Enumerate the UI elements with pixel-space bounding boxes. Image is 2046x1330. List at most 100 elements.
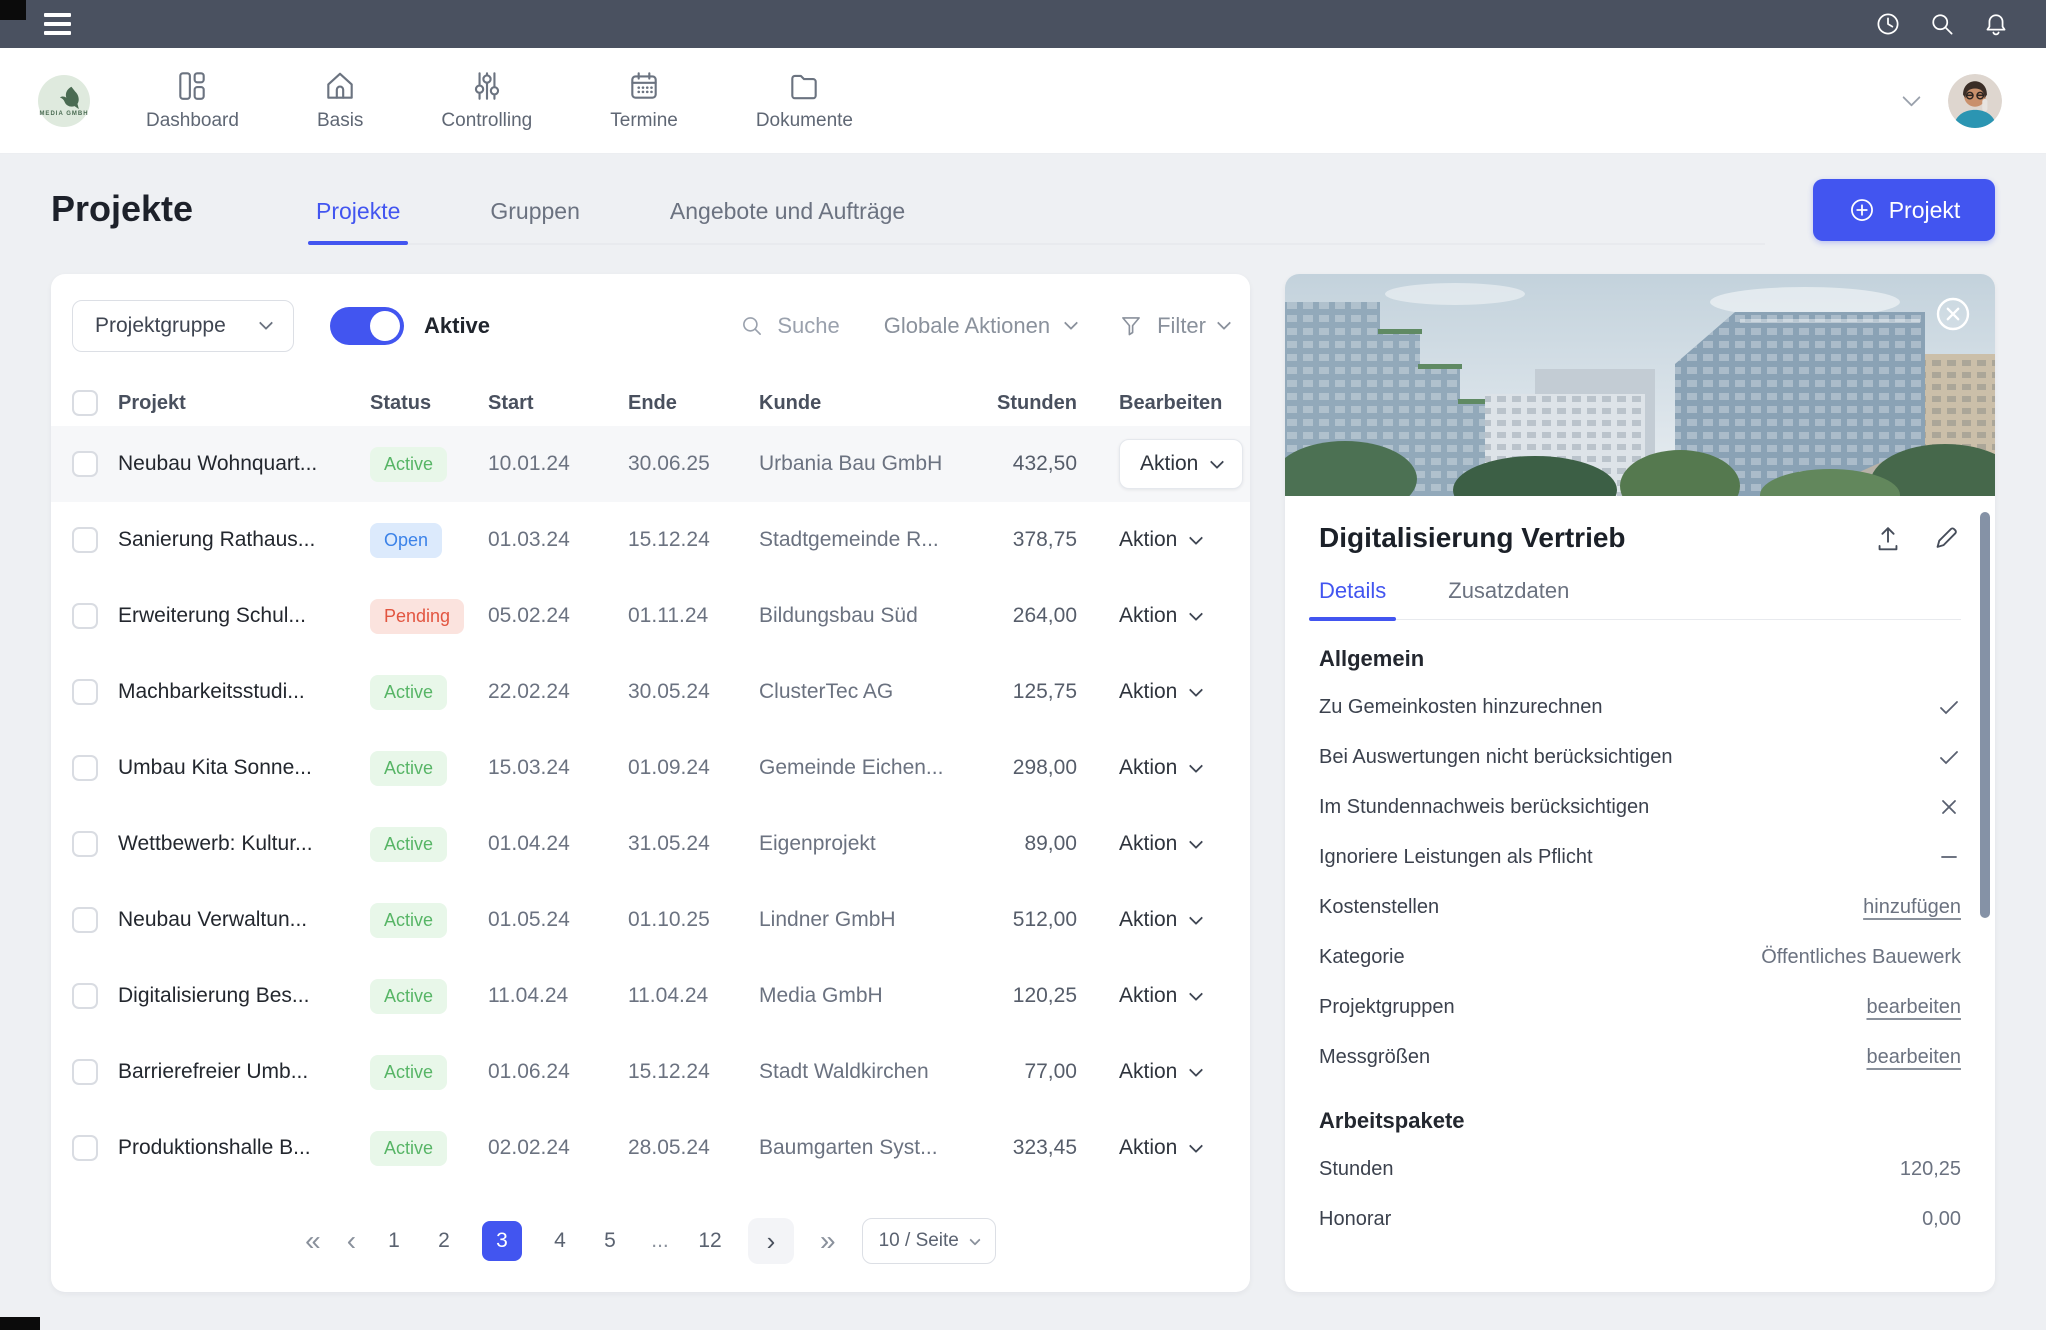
nav-item-dashboard[interactable]: Dashboard: [146, 69, 239, 132]
row-action-label: Aktion: [1119, 1060, 1177, 1084]
table-row[interactable]: Neubau Wohnquart... Active 10.01.24 30.0…: [51, 426, 1250, 502]
row-action-label: Aktion: [1119, 528, 1177, 552]
row-checkbox[interactable]: [72, 527, 98, 553]
top-system-bar: [0, 0, 2046, 48]
table-row[interactable]: Neubau Verwaltun... Active 01.05.24 01.1…: [51, 882, 1250, 958]
table-row[interactable]: Digitalisierung Bes... Active 11.04.24 1…: [51, 958, 1250, 1034]
table-row[interactable]: Sanierung Rathaus... Open 01.03.24 15.12…: [51, 502, 1250, 578]
pagination-page-3[interactable]: 3: [482, 1221, 522, 1261]
nav-item-termine[interactable]: Termine: [610, 69, 678, 132]
pagination-page-2[interactable]: 2: [432, 1229, 456, 1253]
pagination-first-button[interactable]: «: [305, 1227, 321, 1255]
company-logo[interactable]: MEDIA GMBH: [38, 75, 90, 127]
filter-dropdown[interactable]: Filter: [1118, 313, 1229, 339]
project-photo: [1285, 274, 1995, 496]
edit-pencil-icon[interactable]: [1931, 523, 1961, 553]
close-panel-icon[interactable]: [1933, 294, 1973, 334]
row-checkbox[interactable]: [72, 603, 98, 629]
panel-row-link[interactable]: bearbeiten: [1866, 1046, 1961, 1069]
row-action-dropdown[interactable]: Aktion: [1119, 984, 1201, 1008]
bell-icon[interactable]: [1982, 10, 2010, 38]
customer-name: Urbania Bau GmbH: [759, 452, 973, 476]
row-action-dropdown[interactable]: Aktion: [1119, 604, 1201, 628]
clock-icon[interactable]: [1874, 10, 1902, 38]
panel-scrollbar[interactable]: [1980, 512, 1990, 918]
search-input[interactable]: Suche: [739, 313, 839, 339]
table-row[interactable]: Machbarkeitsstudi... Active 22.02.24 30.…: [51, 654, 1250, 730]
panel-row-label: Bei Auswertungen nicht berücksichtigen: [1319, 746, 1673, 769]
row-action-dropdown[interactable]: Aktion: [1119, 680, 1201, 704]
pagination-page-1[interactable]: 1: [382, 1229, 406, 1253]
customer-name: Stadtgemeinde R...: [759, 528, 973, 552]
pagination-page-12[interactable]: 12: [698, 1229, 722, 1253]
pagination-prev-button[interactable]: ‹: [347, 1227, 356, 1255]
row-action-label: Aktion: [1119, 1136, 1177, 1160]
table-row[interactable]: Wettbewerb: Kultur... Active 01.04.24 31…: [51, 806, 1250, 882]
row-action-dropdown[interactable]: Aktion: [1119, 908, 1201, 932]
pagination-last-button[interactable]: »: [820, 1227, 836, 1255]
upload-icon[interactable]: [1873, 523, 1903, 553]
start-date: 01.05.24: [488, 908, 628, 932]
hours-value: 432,50: [1013, 452, 1077, 476]
row-checkbox[interactable]: [72, 1059, 98, 1085]
panel-row-link[interactable]: bearbeiten: [1866, 996, 1961, 1019]
global-actions-dropdown[interactable]: Globale Aktionen: [884, 313, 1076, 339]
panel-row: Kostenstellenhinzufügen: [1319, 882, 1961, 932]
row-action-dropdown[interactable]: Aktion: [1119, 756, 1201, 780]
row-action-dropdown[interactable]: Aktion: [1119, 1136, 1201, 1160]
tab-details[interactable]: Details: [1319, 578, 1386, 619]
hamburger-menu-icon[interactable]: [44, 13, 71, 35]
row-checkbox[interactable]: [72, 679, 98, 705]
project-group-dropdown[interactable]: Projektgruppe: [72, 300, 294, 352]
hours-value: 77,00: [1024, 1060, 1077, 1084]
check-icon: [1937, 695, 1961, 719]
chevron-down-icon: [1189, 531, 1203, 545]
pagination-page-5[interactable]: 5: [598, 1229, 622, 1253]
row-action-dropdown[interactable]: Aktion: [1119, 528, 1201, 552]
tab-angebote-und-auftraege[interactable]: Angebote und Aufträge: [670, 198, 905, 243]
row-checkbox[interactable]: [72, 983, 98, 1009]
panel-row-link[interactable]: hinzufügen: [1863, 896, 1961, 919]
row-checkbox[interactable]: [72, 755, 98, 781]
chevron-down-icon: [1217, 316, 1231, 330]
chevron-down-icon[interactable]: [1902, 88, 1920, 106]
row-checkbox[interactable]: [72, 831, 98, 857]
table-row[interactable]: Erweiterung Schul... Pending 05.02.24 01…: [51, 578, 1250, 654]
page-size-select[interactable]: 10 / Seite: [862, 1218, 996, 1264]
tab-projekte[interactable]: Projekte: [316, 198, 400, 243]
user-avatar[interactable]: [1948, 74, 2002, 128]
pagination-page-4[interactable]: 4: [548, 1229, 572, 1253]
project-name: Neubau Wohnquart...: [118, 452, 370, 476]
status-badge: Active: [370, 1055, 447, 1090]
active-toggle[interactable]: [330, 307, 404, 345]
panel-row-label: Projektgruppen: [1319, 996, 1455, 1019]
panel-row-cross: [1937, 795, 1961, 819]
row-checkbox[interactable]: [72, 451, 98, 477]
nav-label: Termine: [610, 110, 678, 132]
row-action-dropdown[interactable]: Aktion: [1119, 1060, 1201, 1084]
create-project-button[interactable]: Projekt: [1813, 179, 1995, 241]
tab-gruppen[interactable]: Gruppen: [490, 198, 580, 243]
table-row[interactable]: Umbau Kita Sonne... Active 15.03.24 01.0…: [51, 730, 1250, 806]
pagination-next-button[interactable]: ›: [748, 1218, 794, 1264]
hours-value: 298,00: [1013, 756, 1077, 780]
nav-item-controlling[interactable]: Controlling: [441, 69, 532, 132]
start-date: 10.01.24: [488, 452, 628, 476]
row-checkbox[interactable]: [72, 1135, 98, 1161]
select-all-checkbox[interactable]: [72, 390, 98, 416]
table-row[interactable]: Barrierefreier Umb... Active 01.06.24 15…: [51, 1034, 1250, 1110]
row-action-dropdown[interactable]: Aktion: [1119, 832, 1201, 856]
table-row[interactable]: Produktionshalle B... Active 02.02.24 28…: [51, 1110, 1250, 1186]
row-checkbox[interactable]: [72, 907, 98, 933]
status-badge: Active: [370, 903, 447, 938]
section-heading: Allgemein: [1319, 646, 1961, 672]
search-icon[interactable]: [1928, 10, 1956, 38]
nav-item-dokumente[interactable]: Dokumente: [756, 69, 853, 132]
start-date: 11.04.24: [488, 984, 628, 1008]
end-date: 15.12.24: [628, 528, 759, 552]
tab-zusatzdaten[interactable]: Zusatzdaten: [1448, 578, 1569, 619]
row-action-dropdown[interactable]: Aktion: [1119, 439, 1243, 489]
hours-value: 378,75: [1013, 528, 1077, 552]
start-date: 02.02.24: [488, 1136, 628, 1160]
nav-item-basis[interactable]: Basis: [317, 69, 363, 132]
